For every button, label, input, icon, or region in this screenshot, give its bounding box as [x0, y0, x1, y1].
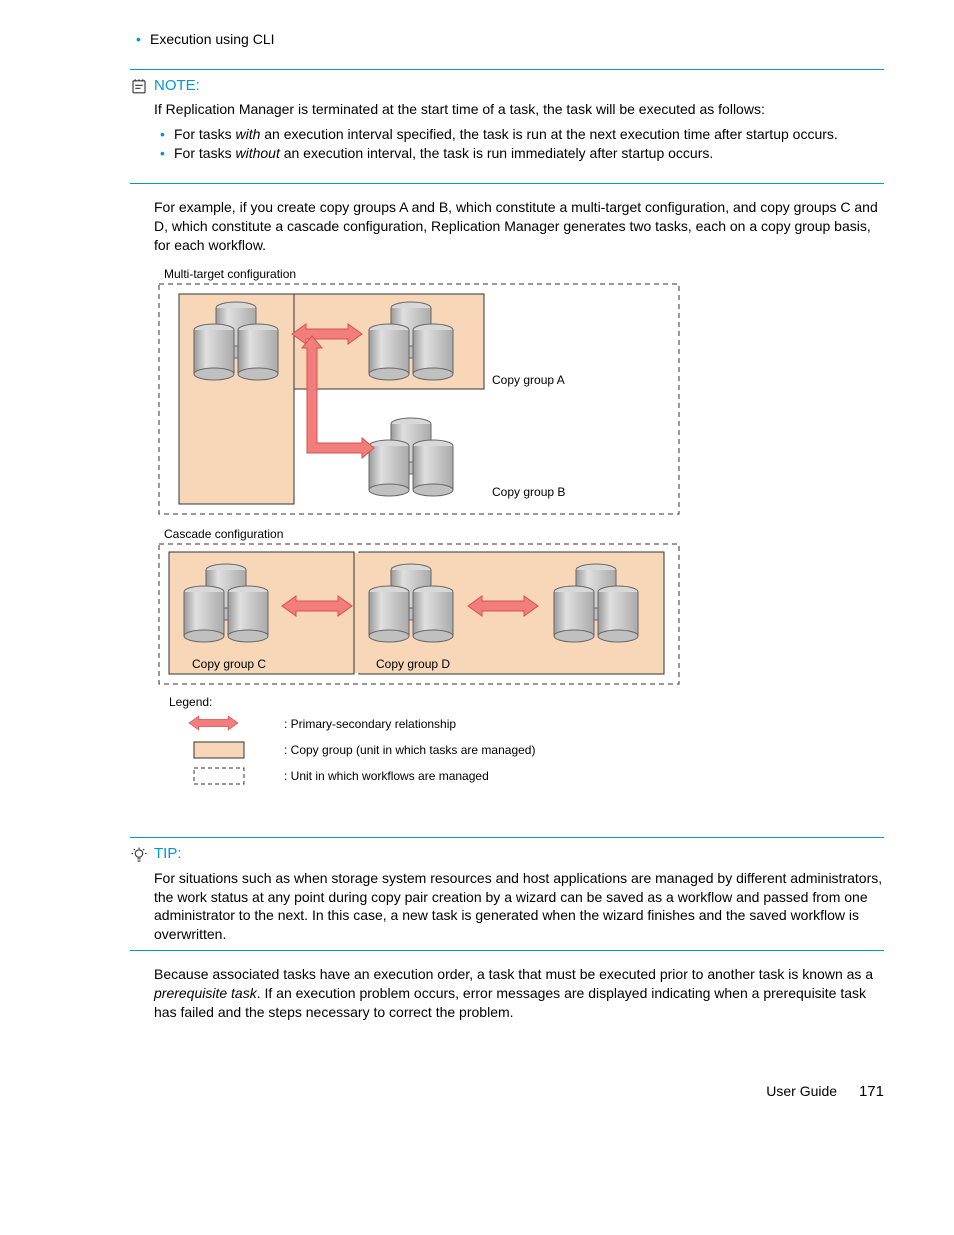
divider	[130, 950, 884, 951]
note-callout: NOTE: If Replication Manager is terminat…	[130, 69, 884, 184]
bullet-execution-cli: Execution using CLI	[150, 30, 884, 49]
legend-primary-secondary: : Primary-secondary relationship	[284, 717, 456, 731]
copy-group-a-label: Copy group A	[492, 373, 565, 387]
legend-copy-group: : Copy group (unit in which tasks are ma…	[284, 743, 535, 757]
note-label: NOTE:	[154, 76, 200, 96]
page-footer: User Guide 171	[130, 1082, 884, 1102]
note-intro: If Replication Manager is terminated at …	[154, 100, 884, 119]
config-diagram: Multi-target configuration Copy group A …	[154, 268, 884, 823]
multi-target-title: Multi-target configuration	[164, 268, 296, 281]
example-paragraph: For example, if you create copy groups A…	[154, 198, 884, 255]
note-icon	[130, 77, 148, 95]
note-bullet-with: For tasks with an execution interval spe…	[174, 125, 884, 144]
footer-title: User Guide	[766, 1083, 837, 1099]
tip-body: For situations such as when storage syst…	[130, 869, 884, 945]
copy-group-d-label: Copy group D	[376, 657, 450, 671]
closing-paragraph: Because associated tasks have an executi…	[154, 965, 884, 1022]
divider	[130, 837, 884, 838]
tip-label: TIP:	[154, 844, 182, 864]
tip-icon	[130, 846, 148, 864]
note-bullet-without: For tasks without an execution interval,…	[174, 144, 884, 163]
page-number: 171	[859, 1083, 884, 1100]
legend-title: Legend:	[169, 695, 212, 709]
copy-group-b-label: Copy group B	[492, 485, 565, 499]
top-bullet-list: Execution using CLI	[130, 30, 884, 49]
divider	[130, 183, 884, 184]
copy-group-c-label: Copy group C	[192, 657, 266, 671]
divider	[130, 69, 884, 70]
cascade-title: Cascade configuration	[164, 527, 283, 541]
tip-callout: TIP: For situations such as when storage…	[130, 837, 884, 951]
legend-workflow-unit: : Unit in which workflows are managed	[284, 769, 489, 783]
